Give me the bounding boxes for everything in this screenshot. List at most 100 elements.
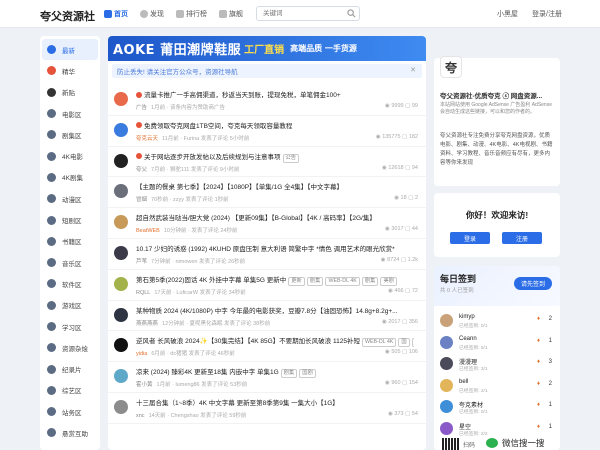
- post-tag[interactable]: 剧集: [280, 369, 298, 379]
- post-tag[interactable]: 公告: [282, 153, 300, 163]
- user-name[interactable]: bell: [459, 379, 468, 385]
- post-author[interactable]: 夸父: [136, 167, 147, 173]
- post-author[interactable]: 燕燕燕燕: [136, 321, 158, 327]
- post-row[interactable]: 十三届合集（1~8季）4K 中文字幕 更新至第8季第9集 一集大小【1G】 xnc…: [108, 393, 426, 424]
- post-title[interactable]: 关于网站逐步开放发帖以及后续规划与注意事项 公告: [136, 151, 414, 163]
- wechat-search[interactable]: 微信搜一搜: [486, 437, 545, 449]
- sidebar-item[interactable]: 站务区: [42, 401, 98, 422]
- sidebar-item[interactable]: 精华: [42, 60, 98, 81]
- sidebar-item[interactable]: 资源杂烩: [42, 337, 98, 358]
- post-author[interactable]: 冒烟: [136, 197, 147, 203]
- sidebar-item[interactable]: 游戏区: [42, 295, 98, 316]
- author-avatar[interactable]: [114, 215, 128, 230]
- author-avatar[interactable]: [114, 276, 128, 291]
- post-title[interactable]: 逆风者 长风破浪 2024✨【30集完结】【4K 85G】不要期加长风破浪 11…: [136, 335, 414, 348]
- signin-user[interactable]: 漫漫理 已经签到: 3/1 ♦ 3: [440, 355, 554, 373]
- avatar[interactable]: [440, 378, 453, 392]
- post-tag[interactable]: 剧集: [306, 276, 324, 286]
- author-avatar[interactable]: [114, 122, 128, 137]
- post-author[interactable]: BeatWEB: [136, 228, 160, 234]
- post-row[interactable]: 流量卡推广一手高佣渠道，秒返当天到账，提现免税，单笔佣金100+ 广告 1月前 · …: [108, 85, 426, 116]
- post-row[interactable]: 10.17 少妇的诱惑 (1992) 4KUHD 原盘压制 意大利语 简繁中字 …: [108, 239, 426, 270]
- author-avatar[interactable]: [114, 338, 128, 353]
- author-avatar[interactable]: [114, 369, 128, 384]
- sidebar-item[interactable]: 书籍区: [42, 231, 98, 252]
- sidebar-item[interactable]: 电影区: [42, 103, 98, 124]
- user-name[interactable]: kimyp: [459, 314, 475, 320]
- post-tag[interactable]: WEB-DL 4K: [361, 338, 397, 348]
- avatar[interactable]: [440, 335, 453, 349]
- post-title[interactable]: 第石第5季(2022)固话 4K 外挂中字幕 单集5G 更新中 更新 剧集 WEB-D…: [136, 274, 414, 286]
- nav-home[interactable]: 首页: [104, 9, 128, 19]
- site-logo[interactable]: 夸父资源社: [40, 8, 95, 24]
- nav-flagship[interactable]: 旗舰: [219, 9, 243, 19]
- signin-user[interactable]: Ceann 已经签到: 5/1 ♦ 1: [440, 334, 554, 352]
- post-row[interactable]: 免费领取夸克网盘1TB空间，夸克每天领取容量教程 夸克云天 11月前 · Furin…: [108, 116, 426, 147]
- post-author[interactable]: xnc: [136, 413, 145, 419]
- signin-user[interactable]: 夸克素材 已经签到: 0/1 ♦ 1: [440, 398, 554, 416]
- sidebar-item[interactable]: 短剧区: [42, 209, 98, 230]
- post-title[interactable]: 免费领取夸克网盘1TB空间，夸克每天领取容量教程: [136, 120, 414, 130]
- post-row[interactable]: 凉来 (2024) 臻彩4K 更新至18集 内嵌中字 单集1G 剧集 国剧 霍小黄 1月…: [108, 362, 426, 393]
- post-tag[interactable]: WEB-DL 4K: [325, 276, 360, 286]
- nav-ranking[interactable]: 排行榜: [176, 9, 207, 19]
- post-tag[interactable]: 剧集: [411, 338, 414, 348]
- login-register-link[interactable]: 登录/注册: [532, 9, 562, 19]
- signin-user[interactable]: kimyp 已经签到: 0/1 ♦ 2: [440, 312, 554, 330]
- post-title[interactable]: 凉来 (2024) 臻彩4K 更新至18集 内嵌中字 单集1G 剧集 国剧: [136, 366, 414, 379]
- post-row[interactable]: 逆风者 长风破浪 2024✨【30集完结】【4K 85G】不要期加长风破浪 11…: [108, 331, 426, 363]
- search-input[interactable]: [257, 7, 337, 20]
- signin-button[interactable]: 请先签到: [514, 277, 552, 290]
- blackroom-link[interactable]: 小黑屋: [497, 9, 518, 19]
- author-avatar[interactable]: [114, 184, 128, 199]
- signin-user[interactable]: bell 已经签到: 2/1 ♦ 2: [440, 377, 554, 395]
- post-title[interactable]: 流量卡推广一手高佣渠道，秒返当天到账，提现免税，单笔佣金100+: [136, 89, 414, 99]
- avatar[interactable]: [440, 314, 453, 327]
- post-author[interactable]: 广告: [136, 105, 147, 111]
- close-icon[interactable]: ✕: [410, 66, 416, 74]
- post-title[interactable]: 【主题的餐桌 第七季】【2024】【1080P】【单集/1G 全4集】【中文字幕…: [136, 181, 414, 191]
- post-author[interactable]: RQLL: [136, 290, 150, 296]
- author-avatar[interactable]: [114, 245, 128, 260]
- avatar[interactable]: [440, 421, 453, 435]
- post-tag[interactable]: 剧集: [361, 276, 379, 286]
- post-row[interactable]: 某种物质 2024 (4K/1080P) 中字 今年最的电影获奖，豆瓣7.8分【…: [108, 301, 426, 332]
- post-row[interactable]: 第石第5季(2022)固话 4K 外挂中字幕 单集5G 更新中 更新 剧集 WEB-D…: [108, 270, 426, 301]
- sidebar-item[interactable]: 4K剧集: [42, 167, 98, 188]
- post-tag[interactable]: 国: [398, 338, 410, 348]
- post-row[interactable]: 关于网站逐步开放发帖以及后续规划与注意事项 公告 夸父 7月前 · 狮驼111 发表了…: [108, 147, 426, 178]
- post-author[interactable]: 芦苇: [136, 259, 147, 265]
- signin-user[interactable]: 星空 已经签到: 2/2 ♦ 1: [440, 420, 554, 438]
- sidebar-item[interactable]: 悬赏互助: [42, 422, 98, 443]
- post-tag[interactable]: 美剧: [380, 276, 398, 286]
- post-title[interactable]: 十三届合集（1~8季）4K 中文字幕 更新至第8季第9集 一集大小【1G】: [136, 397, 414, 407]
- post-author[interactable]: 霍小黄: [136, 382, 153, 388]
- login-button[interactable]: 登录: [450, 232, 490, 244]
- author-avatar[interactable]: [114, 92, 128, 106]
- sidebar-item[interactable]: 最新: [42, 39, 98, 61]
- post-tag[interactable]: 更新: [288, 276, 305, 286]
- sidebar-item[interactable]: 软件区: [42, 273, 98, 294]
- nav-discover[interactable]: 发现: [140, 9, 164, 19]
- sidebar-item[interactable]: 4K电影: [42, 145, 98, 166]
- author-avatar[interactable]: [114, 307, 128, 322]
- sidebar-item[interactable]: 新贴: [42, 82, 98, 103]
- post-author[interactable]: 夸克云天: [136, 136, 158, 142]
- sidebar-item[interactable]: 学习区: [42, 316, 98, 337]
- avatar[interactable]: [440, 400, 453, 413]
- sidebar-item[interactable]: 综艺区: [42, 380, 98, 401]
- sidebar-item[interactable]: 动漫区: [42, 188, 98, 209]
- post-title[interactable]: 某种物质 2024 (4K/1080P) 中字 今年最的电影获奖，豆瓣7.8分【…: [136, 305, 414, 315]
- post-row[interactable]: 【主题的餐桌 第七季】【2024】【1080P】【单集/1G 全4集】【中文字幕…: [108, 177, 426, 209]
- avatar[interactable]: [440, 357, 453, 370]
- post-tag[interactable]: 国剧: [299, 369, 316, 379]
- post-title[interactable]: 超自然武装当哒当/胆大党 (2024) 【更新09集】【B-Global】【4K…: [136, 212, 414, 222]
- search-icon[interactable]: [347, 9, 356, 18]
- post-row[interactable]: 超自然武装当哒当/胆大党 (2024) 【更新09集】【B-Global】【4K…: [108, 208, 426, 239]
- register-button[interactable]: 注册: [502, 232, 542, 244]
- user-name[interactable]: Ceann: [459, 336, 477, 342]
- sidebar-item[interactable]: 音乐区: [42, 252, 98, 273]
- author-avatar[interactable]: [114, 399, 128, 414]
- sidebar-item[interactable]: 剧集区: [42, 124, 98, 145]
- sidebar-item[interactable]: 纪录片: [42, 358, 98, 379]
